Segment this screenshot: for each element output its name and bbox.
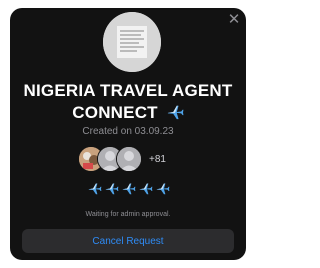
member-count: +81 [149, 153, 166, 165]
airplane-icon [167, 105, 184, 120]
cancel-request-button[interactable]: Cancel Request [22, 229, 234, 253]
description-emojis [10, 182, 246, 195]
airplane-icon [88, 183, 101, 195]
group-title-line-2: CONNECT [10, 102, 246, 124]
cancel-request-label: Cancel Request [92, 235, 164, 247]
airplane-icon [156, 183, 169, 195]
member-avatars: +81 [78, 146, 166, 172]
member-avatar [116, 146, 142, 172]
airplane-icon [122, 183, 135, 195]
group-title-text: CONNECT [72, 103, 158, 122]
created-date: Created on 03.09.23 [82, 126, 174, 137]
airplane-icon [105, 183, 118, 195]
group-join-dialog: ✕ NIGERIA TRAVEL AGENT CONNECT Created o… [10, 8, 246, 260]
airplane-icon [139, 183, 152, 195]
approval-status: Waiting for admin approval. [85, 211, 171, 218]
group-title-line-1: NIGERIA TRAVEL AGENT [23, 81, 233, 100]
group-title: NIGERIA TRAVEL AGENT CONNECT [10, 80, 246, 124]
close-icon[interactable]: ✕ [226, 11, 242, 27]
group-avatar [103, 12, 161, 72]
